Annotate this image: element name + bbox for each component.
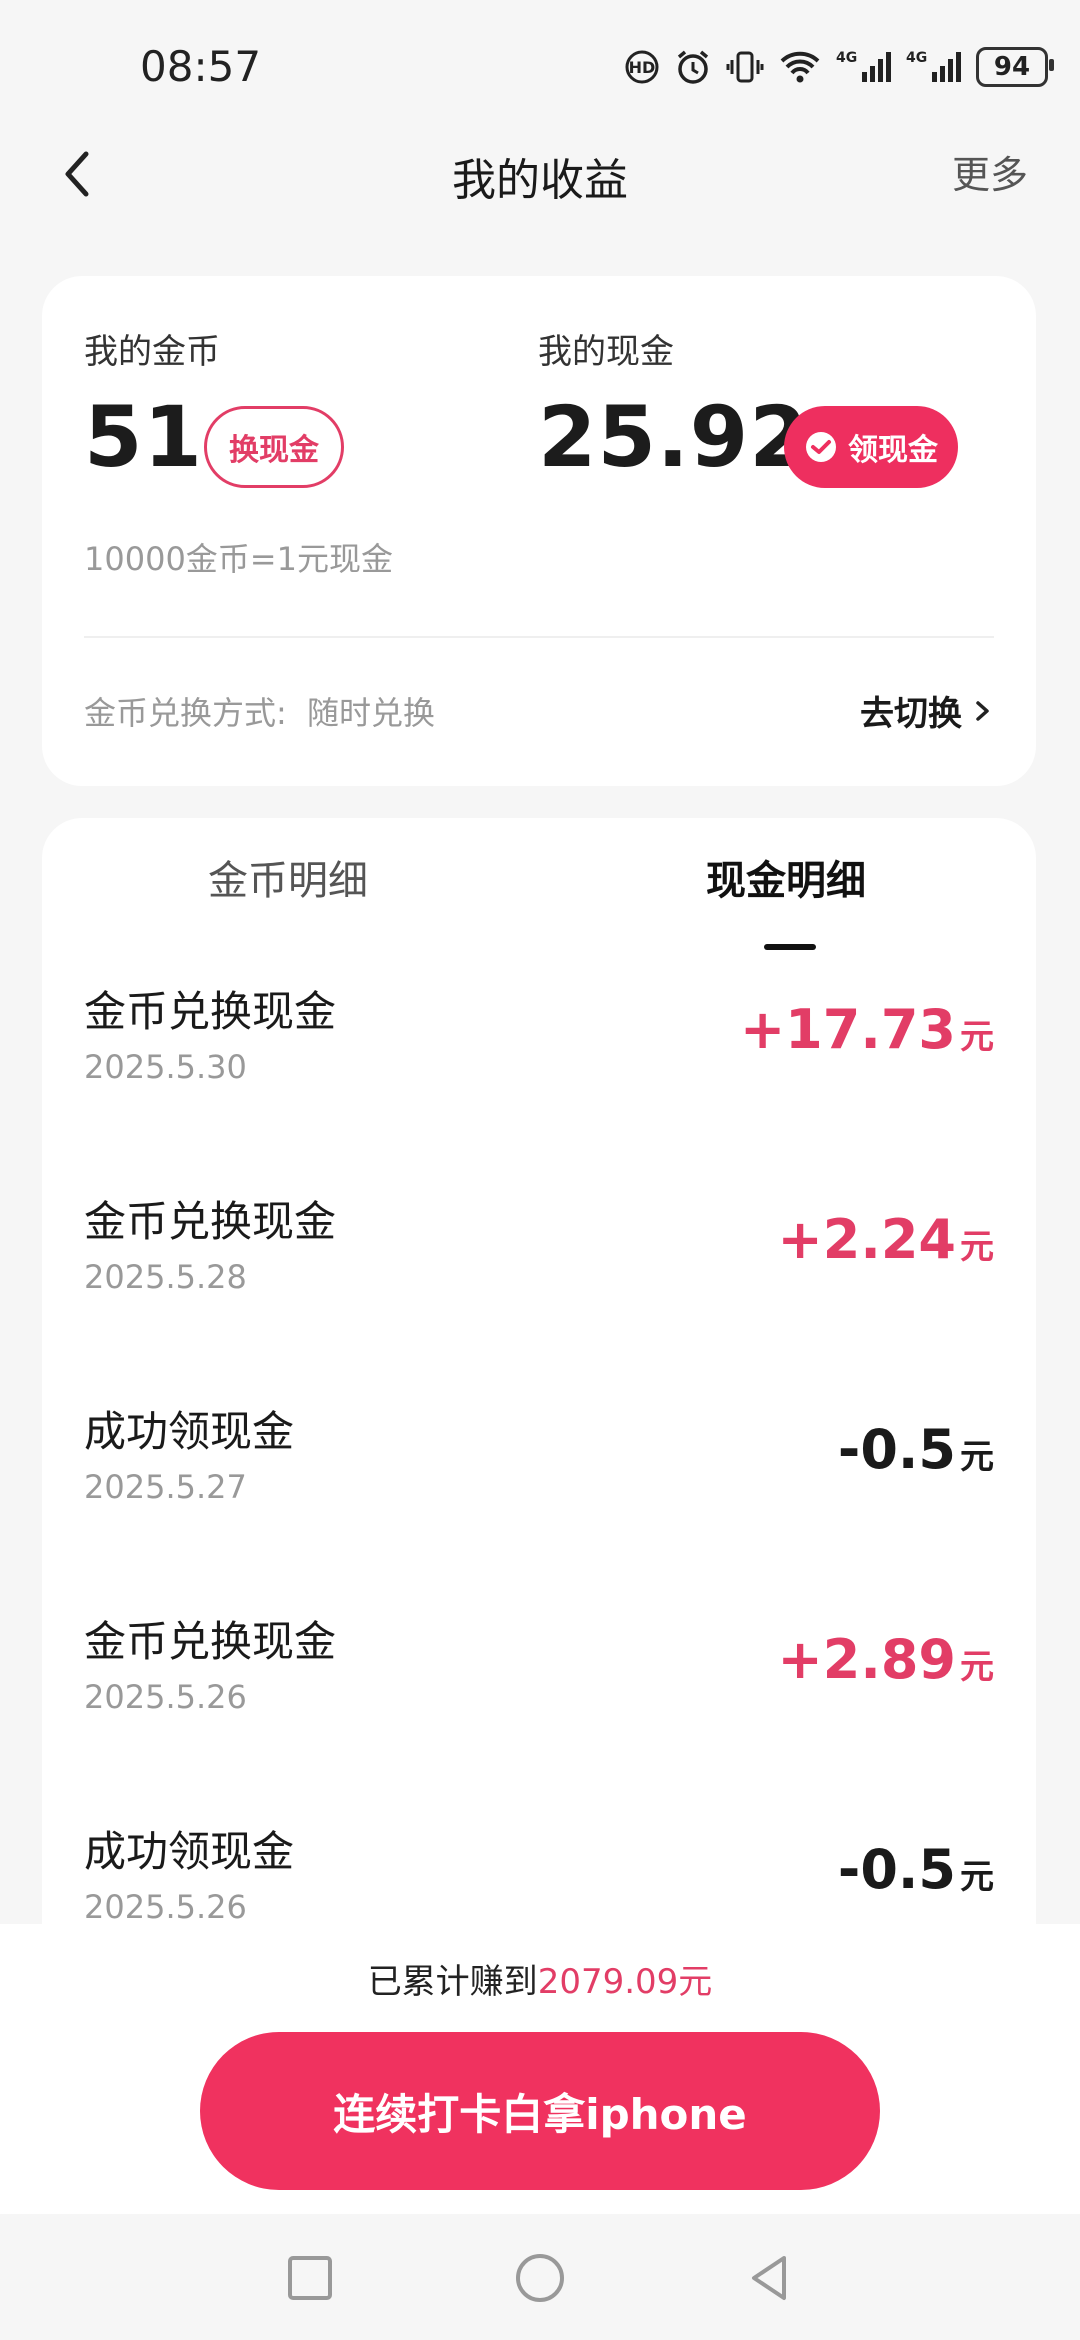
square-icon [288,2256,332,2300]
battery-icon: 94 [976,47,1054,87]
divider [84,636,994,638]
list-item: 成功领现金 2025.5.27 -0.5 元 [42,1398,1036,1608]
exchange-method: 金币兑换方式: 随时兑换 [84,688,435,734]
details-card: 金币明细 现金明细 金币兑换现金 2025.5.30 +17.73 元 金币兑换现… [42,818,1036,2018]
battery-level: 94 [993,52,1031,82]
record-title: 成功领现金 [84,1407,295,1456]
wechat-pay-icon [806,432,836,462]
exchange-method-value: 随时兑换 [306,694,435,732]
svg-text:4G: 4G [906,50,927,66]
hd-icon: HD [624,49,660,85]
record-title: 金币兑换现金 [84,1617,337,1666]
list-item: 金币兑换现金 2025.5.30 +17.73 元 [42,978,1036,1188]
withdraw-cash-button[interactable]: 领现金 [784,406,958,488]
svg-text:HD: HD [629,58,656,77]
withdraw-cash-label: 领现金 [848,433,938,468]
exchange-rate: 10000金币=1元现金 [84,540,393,578]
record-amount: -0.5 元 [837,1418,994,1481]
earnings-card: 我的金币 51 换现金 我的现金 25.92 领现金 10000金币=1元现金 … [42,276,1036,786]
switch-method-button[interactable]: 去切换 [860,686,994,735]
page-header: 我的收益 更多 [0,120,1080,230]
tab-coin-details[interactable]: 金币明细 [208,848,368,906]
active-tab-indicator [764,944,816,950]
4g-signal-icon: 4G [906,48,962,86]
more-button[interactable]: 更多 [952,144,1028,199]
record-amount: -0.5 元 [837,1838,994,1901]
home-button[interactable] [514,2252,566,2304]
detail-tabs: 金币明细 现金明细 [42,848,1036,950]
record-date: 2025.5.27 [84,1468,247,1506]
recents-button[interactable] [284,2252,336,2304]
back-nav-button[interactable] [744,2252,796,2304]
record-title: 成功领现金 [84,1827,295,1876]
wifi-icon [778,49,822,85]
checkin-cta-button[interactable]: 连续打卡白拿iphone [200,2032,880,2190]
record-date: 2025.5.28 [84,1258,247,1296]
coins-label: 我的金币 [84,332,220,372]
accumulated-earnings: 已累计赚到2079.09元 [0,1954,1080,2003]
record-title: 金币兑换现金 [84,987,337,1036]
bottom-bar: 已累计赚到2079.09元 连续打卡白拿iphone [0,1924,1080,2214]
vibrate-icon [726,48,764,86]
exchange-cash-button[interactable]: 换现金 [204,406,344,488]
record-amount: +2.89 元 [777,1628,994,1691]
list-item: 金币兑换现金 2025.5.26 +2.89 元 [42,1608,1036,1818]
alarm-icon [674,48,712,86]
record-title: 金币兑换现金 [84,1197,337,1246]
status-bar: 08:57 HD 4G 4G 94 [0,0,1080,120]
accumulated-amount: 2079.09元 [537,1962,713,2002]
exchange-method-label: 金币兑换方式: [84,694,287,732]
system-nav-bar [0,2214,1080,2340]
record-date: 2025.5.26 [84,1678,247,1716]
cash-label: 我的现金 [538,332,674,372]
triangle-back-icon [752,2256,786,2300]
record-amount: +17.73 元 [739,998,994,1061]
page-title: 我的收益 [452,155,628,206]
list-item: 金币兑换现金 2025.5.28 +2.24 元 [42,1188,1036,1398]
status-time: 08:57 [140,42,262,91]
record-date: 2025.5.26 [84,1888,247,1926]
cash-value: 25.92 [538,388,809,486]
switch-method-label: 去切换 [860,694,962,734]
accumulated-prefix: 已累计赚到 [367,1962,538,2002]
svg-text:4G: 4G [836,50,857,66]
chevron-right-icon [976,700,989,721]
status-icons: HD 4G 4G 94 [624,44,1054,90]
coins-value: 51 [84,388,203,486]
record-date: 2025.5.30 [84,1048,247,1086]
circle-icon [516,2254,564,2302]
4g-signal-icon: 4G [836,48,892,86]
record-amount: +2.24 元 [777,1208,994,1271]
tab-cash-details[interactable]: 现金明细 [706,848,866,906]
